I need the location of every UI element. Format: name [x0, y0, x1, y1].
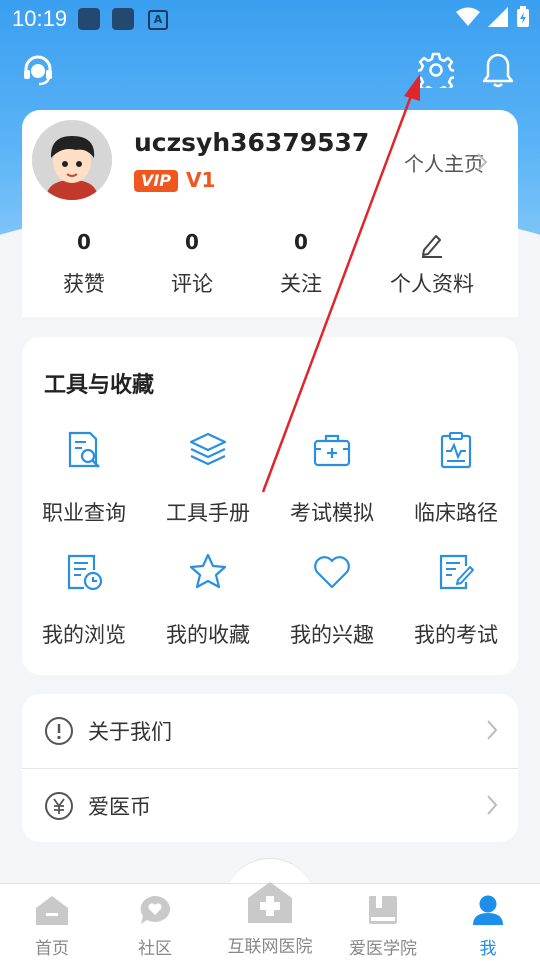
tool-label: 考试模拟 — [290, 501, 374, 525]
stat-value: 0 — [77, 230, 91, 254]
username: uczsyh36379537 — [134, 128, 370, 157]
heart-icon — [270, 547, 394, 597]
tool-browse-history[interactable]: 我的浏览 — [22, 547, 146, 649]
profile-card: uczsyh36379537 VIP V1 个人主页 0 获赞 0 评论 0 关… — [22, 110, 518, 317]
edit-icon — [372, 230, 492, 260]
status-time: 10:19 — [12, 6, 68, 31]
avatar[interactable] — [32, 120, 112, 200]
home-icon — [36, 896, 68, 925]
bell-icon — [482, 53, 514, 88]
tab-label: 我 — [479, 939, 497, 959]
user-icon — [473, 895, 503, 925]
tool-interests[interactable]: 我的兴趣 — [270, 547, 394, 649]
tool-label: 我的兴趣 — [290, 623, 374, 647]
bottom-tab-bar: 首页 社区 互联网医院 爱医学院 我 — [0, 880, 540, 961]
tool-label: 我的考试 — [414, 623, 498, 647]
info-icon — [45, 717, 73, 745]
settings-button[interactable] — [416, 50, 456, 90]
stat-following[interactable]: 0 关注 — [251, 230, 351, 298]
keyboard-icon: A — [148, 10, 168, 30]
menu-item-label: 爱医币 — [88, 795, 151, 819]
tool-label: 临床路径 — [414, 501, 498, 525]
tab-community[interactable]: 社区 — [125, 894, 185, 959]
tool-clinical-pathway[interactable]: 临床路径 — [394, 425, 518, 527]
tab-home[interactable]: 首页 — [22, 894, 82, 959]
menu-card: 关于我们 爱医币 — [22, 694, 518, 842]
tab-academy[interactable]: 爱医学院 — [345, 894, 421, 959]
history-icon — [22, 547, 146, 597]
status-bar: 10:19 A — [0, 0, 540, 36]
tab-label: 首页 — [35, 939, 69, 959]
star-icon — [146, 547, 270, 597]
stat-label: 获赞 — [63, 272, 105, 296]
medical-kit-icon — [270, 425, 394, 475]
app-notification-icon — [112, 8, 134, 30]
tool-my-exams[interactable]: 我的考试 — [394, 547, 518, 649]
vip-badge: VIP — [134, 170, 178, 192]
tab-me[interactable]: 我 — [458, 894, 518, 959]
stat-value: 0 — [294, 230, 308, 254]
gear-icon — [418, 52, 454, 88]
stat-likes[interactable]: 0 获赞 — [34, 230, 134, 298]
chevron-right-icon — [487, 795, 498, 815]
menu-item-about-us[interactable]: 关于我们 — [22, 694, 518, 768]
menu-item-coins[interactable]: 爱医币 — [22, 769, 518, 843]
tool-label: 职业查询 — [42, 501, 126, 525]
tool-label: 我的浏览 — [42, 623, 126, 647]
customer-service-button[interactable] — [18, 50, 58, 90]
tool-handbook[interactable]: 工具手册 — [146, 425, 270, 527]
tools-card: 工具与收藏 职业查询 工具手册 考试模拟 临床路径 我的浏览 我的收藏 我的兴趣… — [22, 337, 518, 675]
stat-comments[interactable]: 0 评论 — [142, 230, 242, 298]
wifi-icon — [456, 7, 480, 26]
layers-icon — [146, 425, 270, 475]
signal-icon — [488, 7, 508, 27]
section-title: 工具与收藏 — [44, 373, 155, 398]
document-search-icon — [22, 425, 146, 475]
edit-profile-button[interactable]: 个人资料 — [372, 230, 492, 298]
tool-career-search[interactable]: 职业查询 — [22, 425, 146, 527]
stat-label: 评论 — [171, 272, 213, 296]
community-icon — [140, 896, 170, 924]
menu-item-label: 关于我们 — [88, 720, 172, 744]
tool-label: 我的收藏 — [166, 623, 250, 647]
battery-icon — [517, 6, 529, 27]
stat-value: 0 — [185, 230, 199, 254]
chevron-right-icon — [487, 720, 498, 740]
stat-label: 关注 — [280, 272, 322, 296]
chevron-right-icon — [477, 153, 488, 171]
tab-label: 互联网医院 — [227, 937, 313, 957]
level-badge: V1 — [186, 168, 216, 192]
exam-edit-icon — [394, 547, 518, 597]
tab-label: 爱医学院 — [349, 939, 417, 959]
clipboard-pulse-icon — [394, 425, 518, 475]
personal-homepage-link[interactable]: 个人主页 — [404, 148, 484, 177]
tool-favorites[interactable]: 我的收藏 — [146, 547, 270, 649]
tool-exam-simulation[interactable]: 考试模拟 — [270, 425, 394, 527]
yuan-coin-icon — [45, 792, 73, 820]
hospital-icon — [248, 882, 292, 923]
stat-label: 个人资料 — [390, 272, 474, 296]
notifications-button[interactable] — [478, 50, 518, 90]
tab-internet-hospital[interactable]: 互联网医院 — [220, 880, 320, 957]
book-icon — [369, 896, 397, 924]
headset-icon — [24, 55, 52, 86]
tool-label: 工具手册 — [166, 501, 250, 525]
app-notification-icon — [78, 8, 100, 30]
tab-label: 社区 — [138, 939, 172, 959]
